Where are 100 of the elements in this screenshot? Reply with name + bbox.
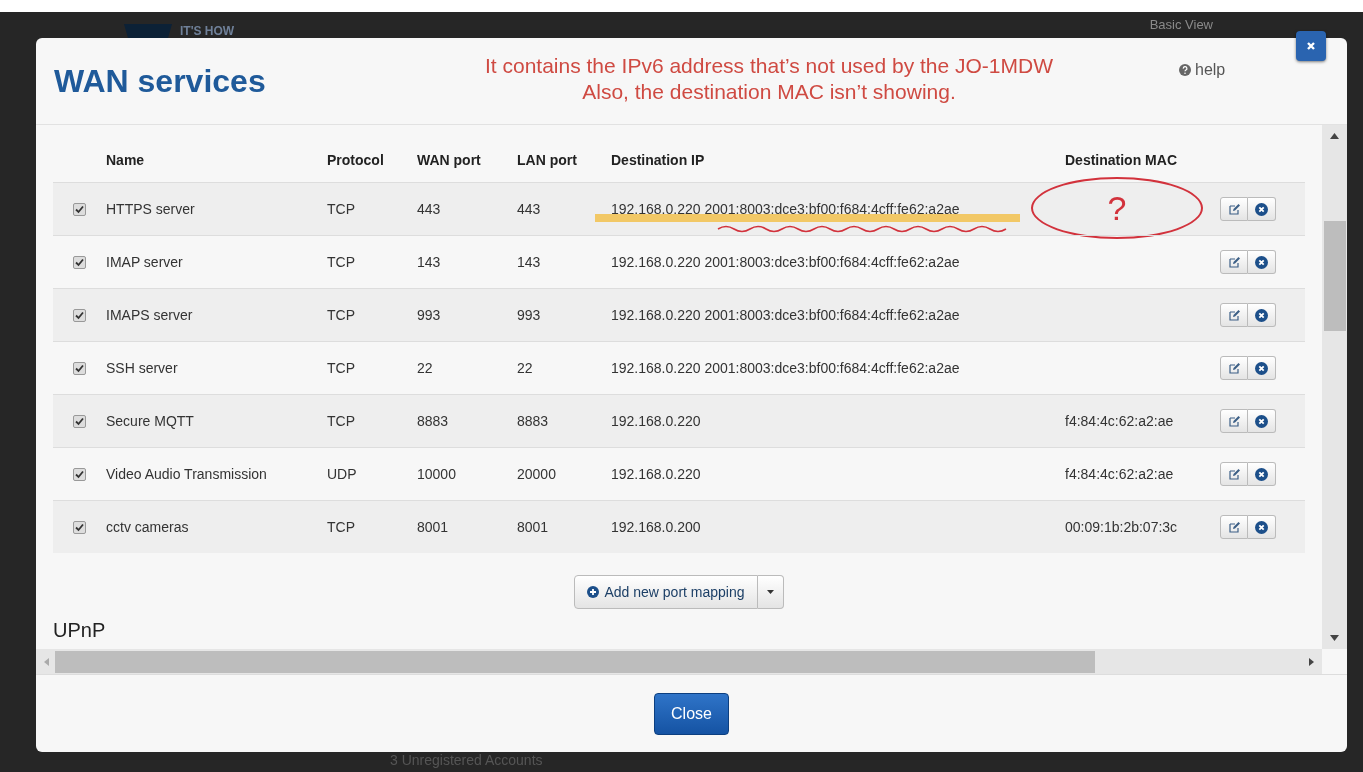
add-port-mapping-button[interactable]: Add new port mapping — [574, 575, 758, 609]
table-cell: TCP — [327, 201, 355, 217]
edit-icon — [1228, 415, 1240, 427]
table-cell: cctv cameras — [106, 519, 189, 535]
column-header: LAN port — [517, 152, 578, 168]
checkbox[interactable] — [73, 467, 86, 481]
table-cell: 143 — [417, 254, 441, 270]
table-cell: TCP — [327, 519, 355, 535]
table-cell: 192.168.0.220 2001:8003:dce3:bf00:f684:4cff:fe62:a2ae — [611, 201, 960, 217]
scroll-up-icon[interactable] — [1330, 133, 1339, 139]
help-link[interactable]: help — [1179, 61, 1226, 79]
help-icon — [1179, 64, 1191, 76]
edit-button[interactable] — [1220, 303, 1248, 327]
delete-button[interactable] — [1248, 409, 1276, 433]
close-button[interactable]: Close — [654, 692, 729, 735]
scrollbar-thumb[interactable] — [55, 650, 1095, 673]
table-cell: 192.168.0.220 2001:8003:dce3:bf00:f684:4cff:fe62:a2ae — [611, 360, 960, 376]
table-cell: 443 — [417, 201, 441, 217]
table-cell: 192.168.0.220 — [611, 413, 701, 429]
table-cell: 192.168.0.220 2001:8003:dce3:bf00:f684:4cff:fe62:a2ae — [611, 254, 960, 270]
table-cell: HTTPS server — [106, 201, 195, 217]
table-cell: UDP — [327, 466, 357, 482]
table-cell: 192.168.0.220 — [611, 466, 701, 482]
table-cell: 20000 — [517, 466, 556, 482]
checkbox[interactable] — [73, 520, 86, 534]
delete-button[interactable] — [1248, 462, 1276, 486]
delete-icon — [1255, 255, 1268, 269]
dialog-title: WAN services — [54, 62, 267, 100]
delete-button[interactable] — [1248, 515, 1276, 539]
edit-icon — [1228, 468, 1240, 480]
edit-icon — [1228, 362, 1240, 374]
checkbox[interactable] — [73, 255, 86, 269]
table-cell: IMAPS server — [106, 307, 193, 323]
table-cell: IMAP server — [106, 254, 183, 270]
table-cell: f4:84:4c:62:a2:ae — [1065, 413, 1174, 429]
caret-icon — [766, 590, 774, 594]
delete-icon — [1255, 467, 1268, 481]
checkbox[interactable] — [73, 308, 86, 322]
checkbox[interactable] — [73, 414, 86, 428]
edit-icon — [1228, 256, 1240, 268]
column-header: Destination MAC — [1065, 152, 1178, 168]
table-cell: f4:84:4c:62:a2:ae — [1065, 466, 1174, 482]
edit-button[interactable] — [1220, 197, 1248, 221]
checkbox[interactable] — [73, 202, 86, 216]
question-mark: ? — [1107, 188, 1127, 228]
table-cell: 192.168.0.220 2001:8003:dce3:bf00:f684:4cff:fe62:a2ae — [611, 307, 960, 323]
table-cell: 143 — [517, 254, 541, 270]
table-cell: 443 — [517, 201, 541, 217]
edit-icon — [1228, 203, 1240, 215]
checkbox[interactable] — [73, 361, 86, 375]
table-cell: 10000 — [417, 466, 456, 482]
table-cell: Secure MQTT — [106, 413, 194, 429]
column-header: Protocol — [327, 152, 385, 168]
edit-icon — [1228, 309, 1240, 321]
table-cell: 22 — [417, 360, 433, 376]
annotation-note: Also, the destination MAC isn’t showing. — [582, 79, 956, 105]
column-header: Name — [106, 152, 146, 168]
delete-button[interactable] — [1248, 250, 1276, 274]
delete-icon — [1255, 520, 1268, 534]
table-cell: TCP — [327, 413, 355, 429]
table-cell: Video Audio Transmission — [106, 466, 267, 482]
table-cell: 993 — [517, 307, 541, 323]
column-header: WAN port — [417, 152, 482, 168]
vertical-scrollbar[interactable] — [1322, 125, 1347, 649]
delete-button[interactable] — [1248, 303, 1276, 327]
edit-button[interactable] — [1220, 515, 1248, 539]
delete-icon — [1255, 414, 1268, 428]
delete-icon — [1255, 308, 1268, 322]
edit-button[interactable] — [1220, 462, 1248, 486]
table-cell: SSH server — [106, 360, 178, 376]
column-header: Destination IP — [611, 152, 706, 168]
edit-icon — [1228, 521, 1240, 533]
table-cell: TCP — [327, 254, 355, 270]
delete-icon — [1255, 202, 1268, 216]
section-heading: UPnP — [53, 619, 107, 642]
table-cell: 993 — [417, 307, 441, 323]
close-icon[interactable] — [1296, 31, 1326, 61]
annotation-note: It contains the IPv6 address that’s not used by the JO-1MDW — [484, 53, 1054, 79]
scroll-right-icon[interactable] — [1309, 657, 1314, 666]
table-cell: 192.168.0.200 — [611, 519, 701, 535]
scrollbar-thumb[interactable] — [1323, 221, 1346, 331]
table-cell: 8001 — [517, 519, 549, 535]
delete-button[interactable] — [1248, 197, 1276, 221]
table-cell: 00:09:1b:2b:07:3c — [1065, 519, 1178, 535]
delete-button[interactable] — [1248, 356, 1276, 380]
table-cell: 8883 — [417, 413, 449, 429]
edit-button[interactable] — [1220, 409, 1248, 433]
horizontal-scrollbar[interactable] — [36, 649, 1322, 674]
scroll-down-icon[interactable] — [1330, 635, 1339, 641]
plus-icon — [587, 586, 600, 598]
edit-button[interactable] — [1220, 356, 1248, 380]
brand-text: IT'S HOW — [180, 24, 235, 38]
table-cell: TCP — [327, 307, 355, 323]
edit-button[interactable] — [1220, 250, 1248, 274]
table-cell: TCP — [327, 360, 355, 376]
table-cell: 8883 — [517, 413, 549, 429]
nav-link[interactable]: Basic View — [1149, 17, 1213, 32]
table-cell: 8001 — [417, 519, 449, 535]
table-cell: 22 — [517, 360, 533, 376]
delete-icon — [1255, 361, 1268, 375]
